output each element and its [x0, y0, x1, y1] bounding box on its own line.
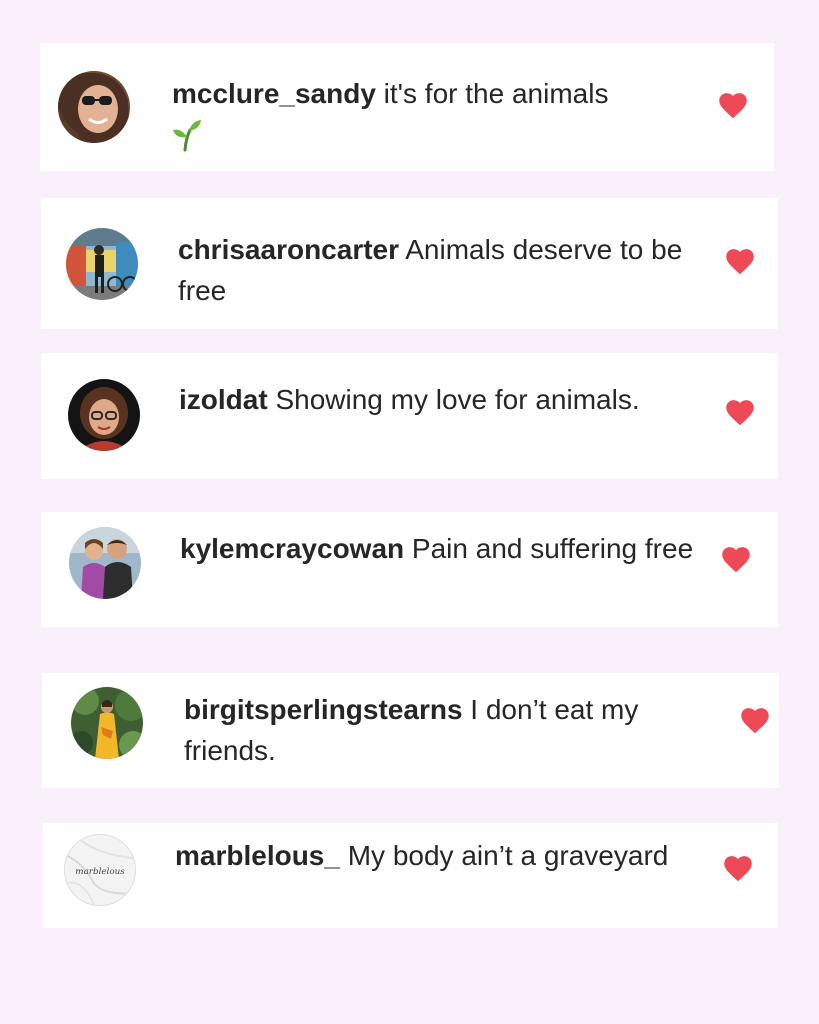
comment-username[interactable]: kylemcraycowan: [180, 533, 404, 564]
like-heart-icon[interactable]: [741, 708, 769, 734]
comment-card: birgitsperlingstearns I don’t eat my fri…: [42, 673, 779, 788]
comment-text: kylemcraycowan Pain and suffering free: [180, 528, 710, 569]
like-heart-icon[interactable]: [726, 400, 754, 426]
comment-body: Pain and suffering free: [411, 533, 694, 564]
like-heart-icon[interactable]: [724, 856, 752, 882]
comment-text: izoldat Showing my love for animals.: [179, 379, 709, 420]
comment-card: izoldat Showing my love for animals.: [41, 353, 778, 479]
comment-body: Showing my love for animals.: [275, 384, 640, 415]
comment-card: chrisaaroncarter Animals deserve to be f…: [41, 198, 778, 329]
comment-username[interactable]: marblelous_: [175, 840, 340, 871]
like-heart-icon[interactable]: [722, 547, 750, 573]
comment-body: My body ain’t a graveyard: [347, 840, 669, 871]
comment-username[interactable]: mcclure_sandy: [172, 78, 376, 109]
comment-text: chrisaaroncarter Animals deserve to be f…: [178, 229, 708, 311]
comment-username[interactable]: chrisaaroncarter: [178, 234, 399, 265]
avatar[interactable]: [66, 228, 138, 300]
avatar-logo-text: marblelous: [75, 867, 125, 877]
like-heart-icon[interactable]: [726, 249, 754, 275]
avatar[interactable]: marblelous: [64, 834, 136, 906]
comment-card: marblelous marblelous_ My body ain’t a g…: [43, 823, 778, 928]
comment-username[interactable]: birgitsperlingstearns: [184, 694, 463, 725]
comment-text: birgitsperlingstearns I don’t eat my fri…: [184, 689, 704, 771]
avatar[interactable]: [71, 687, 143, 759]
avatar[interactable]: [68, 379, 140, 451]
comment-text: marblelous_ My body ain’t a graveyard: [175, 835, 705, 876]
comment-username[interactable]: izoldat: [179, 384, 268, 415]
comment-card: mcclure_sandy it's for the animals: [40, 43, 774, 171]
seedling-emoji-icon: [172, 118, 202, 152]
comment-card: kylemcraycowan Pain and suffering free: [41, 512, 778, 627]
avatar[interactable]: [58, 71, 130, 143]
comment-text: mcclure_sandy it's for the animals: [172, 73, 702, 155]
like-heart-icon[interactable]: [719, 93, 747, 119]
comment-body: it's for the animals: [383, 78, 609, 109]
avatar[interactable]: [69, 527, 141, 599]
